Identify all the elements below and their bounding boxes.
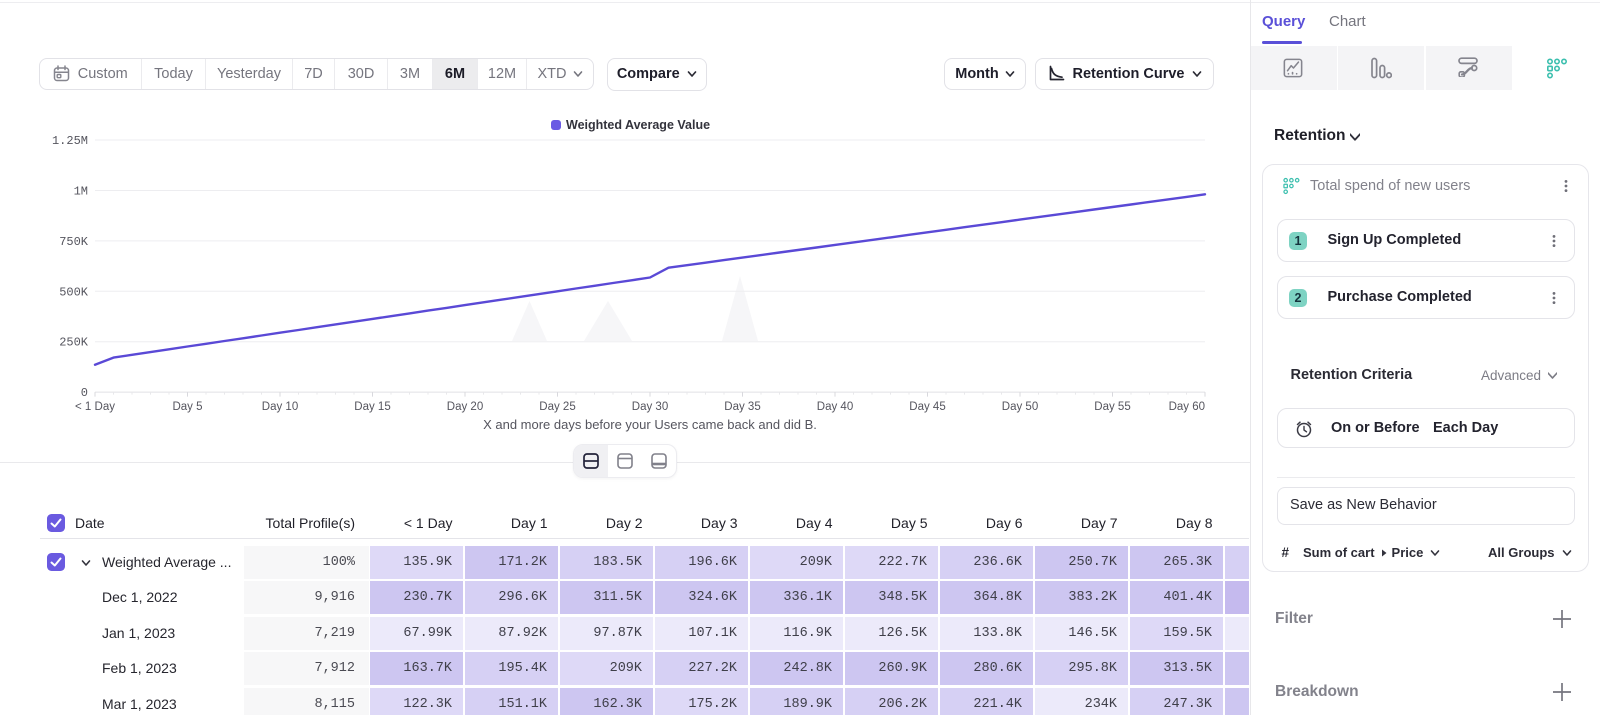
svg-text:Day 20: Day 20	[447, 401, 483, 413]
svg-text:Day 25: Day 25	[539, 401, 575, 413]
svg-text:1M: 1M	[74, 185, 88, 199]
svg-text:750K: 750K	[59, 235, 89, 249]
svg-text:0: 0	[81, 386, 88, 400]
svg-text:Day 50: Day 50	[1002, 401, 1038, 413]
svg-text:1.25M: 1.25M	[52, 134, 88, 148]
svg-text:500K: 500K	[59, 285, 89, 299]
svg-text:Day 35: Day 35	[724, 401, 760, 413]
svg-text:Day 40: Day 40	[817, 401, 853, 413]
svg-text:Day 30: Day 30	[632, 401, 668, 413]
svg-text:Day 15: Day 15	[354, 401, 390, 413]
svg-text:X and more days before your Us: X and more days before your Users came b…	[483, 417, 817, 432]
svg-text:Day 5: Day 5	[172, 401, 202, 413]
svg-text:Day 55: Day 55	[1094, 401, 1130, 413]
svg-text:< 1 Day: < 1 Day	[75, 401, 115, 413]
svg-text:Day 10: Day 10	[262, 401, 298, 413]
svg-text:Day 60: Day 60	[1169, 401, 1205, 413]
svg-text:250K: 250K	[59, 336, 89, 350]
svg-text:Day 45: Day 45	[909, 401, 945, 413]
